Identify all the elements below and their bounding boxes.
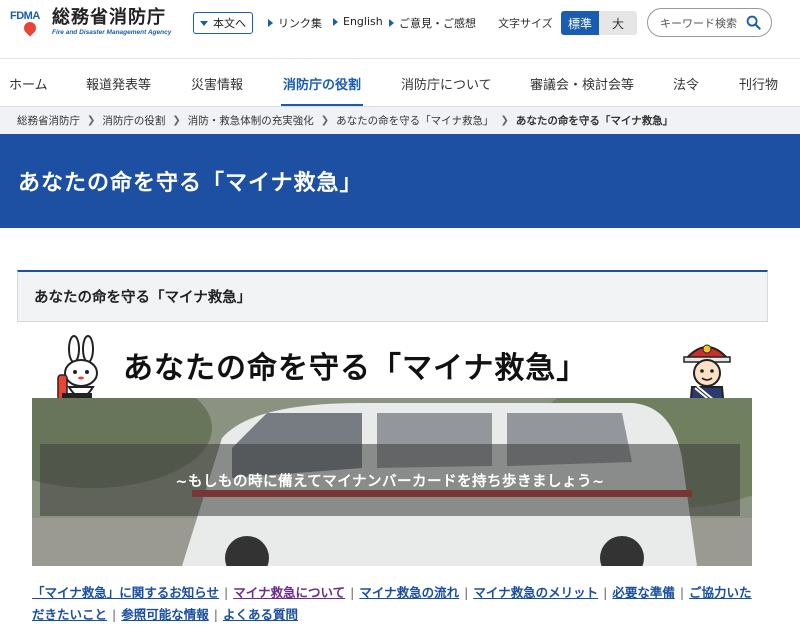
feedback-label: ご意見・ご感想 (399, 17, 476, 30)
links-page-label: リンク集 (278, 17, 322, 30)
breadcrumb: 総務省消防庁 ❯ 消防庁の役割 ❯ 消防・救急体制の充実強化 ❯ あなたの命を守… (0, 106, 800, 134)
site-logo[interactable]: FDMA 総務省消防庁 Fire and Disaster Management… (10, 8, 171, 37)
banner-title: あなたの命を守る「マイナ救急」 (123, 351, 588, 386)
chevron-down-icon (200, 20, 208, 26)
link-merits[interactable]: マイナ救急のメリット (473, 585, 598, 600)
fdma-logo-mark: FDMA (10, 9, 48, 37)
divider: | (679, 585, 685, 600)
nav-item-councils[interactable]: 審議会・検討会等 (530, 59, 634, 107)
chevron-right-icon: ❯ (500, 115, 509, 126)
global-nav: ホーム 報道発表等 災害情報 消防庁の役割 消防庁について 審議会・検討会等 法… (0, 58, 800, 107)
nav-item-disaster[interactable]: 災害情報 (191, 59, 243, 107)
divider: | (224, 585, 229, 600)
section-heading: あなたの命を守る「マイナ救急」 (17, 270, 768, 322)
search-icon[interactable] (746, 15, 761, 30)
divider: | (603, 585, 608, 600)
search-input[interactable]: キーワード検索 (647, 8, 772, 37)
arrow-right-icon (268, 19, 273, 27)
divider: | (112, 607, 117, 622)
chevron-right-icon: ❯ (320, 115, 330, 126)
nav-item-publications[interactable]: 刊行物 (739, 59, 778, 107)
skip-to-content-label: 本文へ (213, 17, 246, 30)
breadcrumb-item[interactable]: 消防・救急体制の充実強化 (188, 113, 314, 128)
logo-english: Fire and Disaster Management Agency (52, 29, 172, 36)
breadcrumb-item[interactable]: 消防庁の役割 (102, 113, 165, 128)
in-page-links: 「マイナ救急」に関するお知らせ | マイナ救急について | マイナ救急の流れ | マイナ救急… (32, 582, 756, 626)
nav-item-laws[interactable]: 法令 (673, 59, 699, 107)
feedback-link[interactable]: ご意見・ご感想 (389, 15, 476, 31)
page-title: あなたの命を守る「マイナ救急」 (18, 171, 363, 196)
font-size-large-button[interactable]: 大 (599, 11, 637, 35)
banner-subtitle-overlay: ~もしもの時に備えてマイナンバーカードを持ち歩きましょう~ (40, 444, 740, 516)
site-header: FDMA 総務省消防庁 Fire and Disaster Management… (0, 0, 800, 50)
link-flow[interactable]: マイナ救急の流れ (359, 585, 459, 600)
arrow-right-icon (333, 17, 338, 26)
divider: | (350, 585, 355, 600)
breadcrumb-item[interactable]: 総務省消防庁 (17, 113, 80, 128)
skip-to-content-button[interactable]: 本文へ (193, 12, 253, 34)
divider: | (213, 607, 218, 622)
links-page-link[interactable]: リンク集 (268, 15, 322, 31)
banner-subtitle: ~もしもの時に備えてマイナンバーカードを持ち歩きましょう~ (175, 473, 605, 490)
link-available-info[interactable]: 参照可能な情報 (121, 607, 209, 622)
link-preparation[interactable]: 必要な準備 (612, 585, 675, 600)
nav-item-home[interactable]: ホーム (9, 59, 48, 107)
font-size-standard-button[interactable]: 標準 (561, 11, 599, 35)
breadcrumb-item[interactable]: あなたの命を守る「マイナ救急」 (336, 113, 493, 128)
english-label: English (343, 15, 383, 28)
link-faq[interactable]: よくある質問 (223, 607, 298, 622)
divider: | (464, 585, 469, 600)
chevron-right-icon: ❯ (87, 115, 96, 126)
chevron-right-icon: ❯ (172, 115, 181, 126)
logo-mark-text: FDMA (10, 9, 40, 22)
logo-title: 総務省消防庁 (52, 7, 166, 28)
english-link[interactable]: English (333, 15, 383, 28)
nav-item-press[interactable]: 報道発表等 (86, 59, 151, 107)
search-placeholder: キーワード検索 (660, 16, 737, 30)
arrow-right-icon (389, 19, 394, 27)
link-notices[interactable]: 「マイナ救急」に関するお知らせ (32, 585, 219, 600)
nav-item-about[interactable]: 消防庁について (401, 59, 492, 107)
breadcrumb-current: あなたの命を守る「マイナ救急」 (515, 115, 674, 127)
link-about-myna-kyukyu[interactable]: マイナ救急について (233, 585, 345, 600)
page-title-band: あなたの命を守る「マイナ救急」 (0, 134, 800, 228)
font-size-label: 文字サイズ (498, 17, 553, 30)
flame-icon (21, 19, 39, 36)
nav-item-role[interactable]: 消防庁の役割 (280, 59, 364, 107)
